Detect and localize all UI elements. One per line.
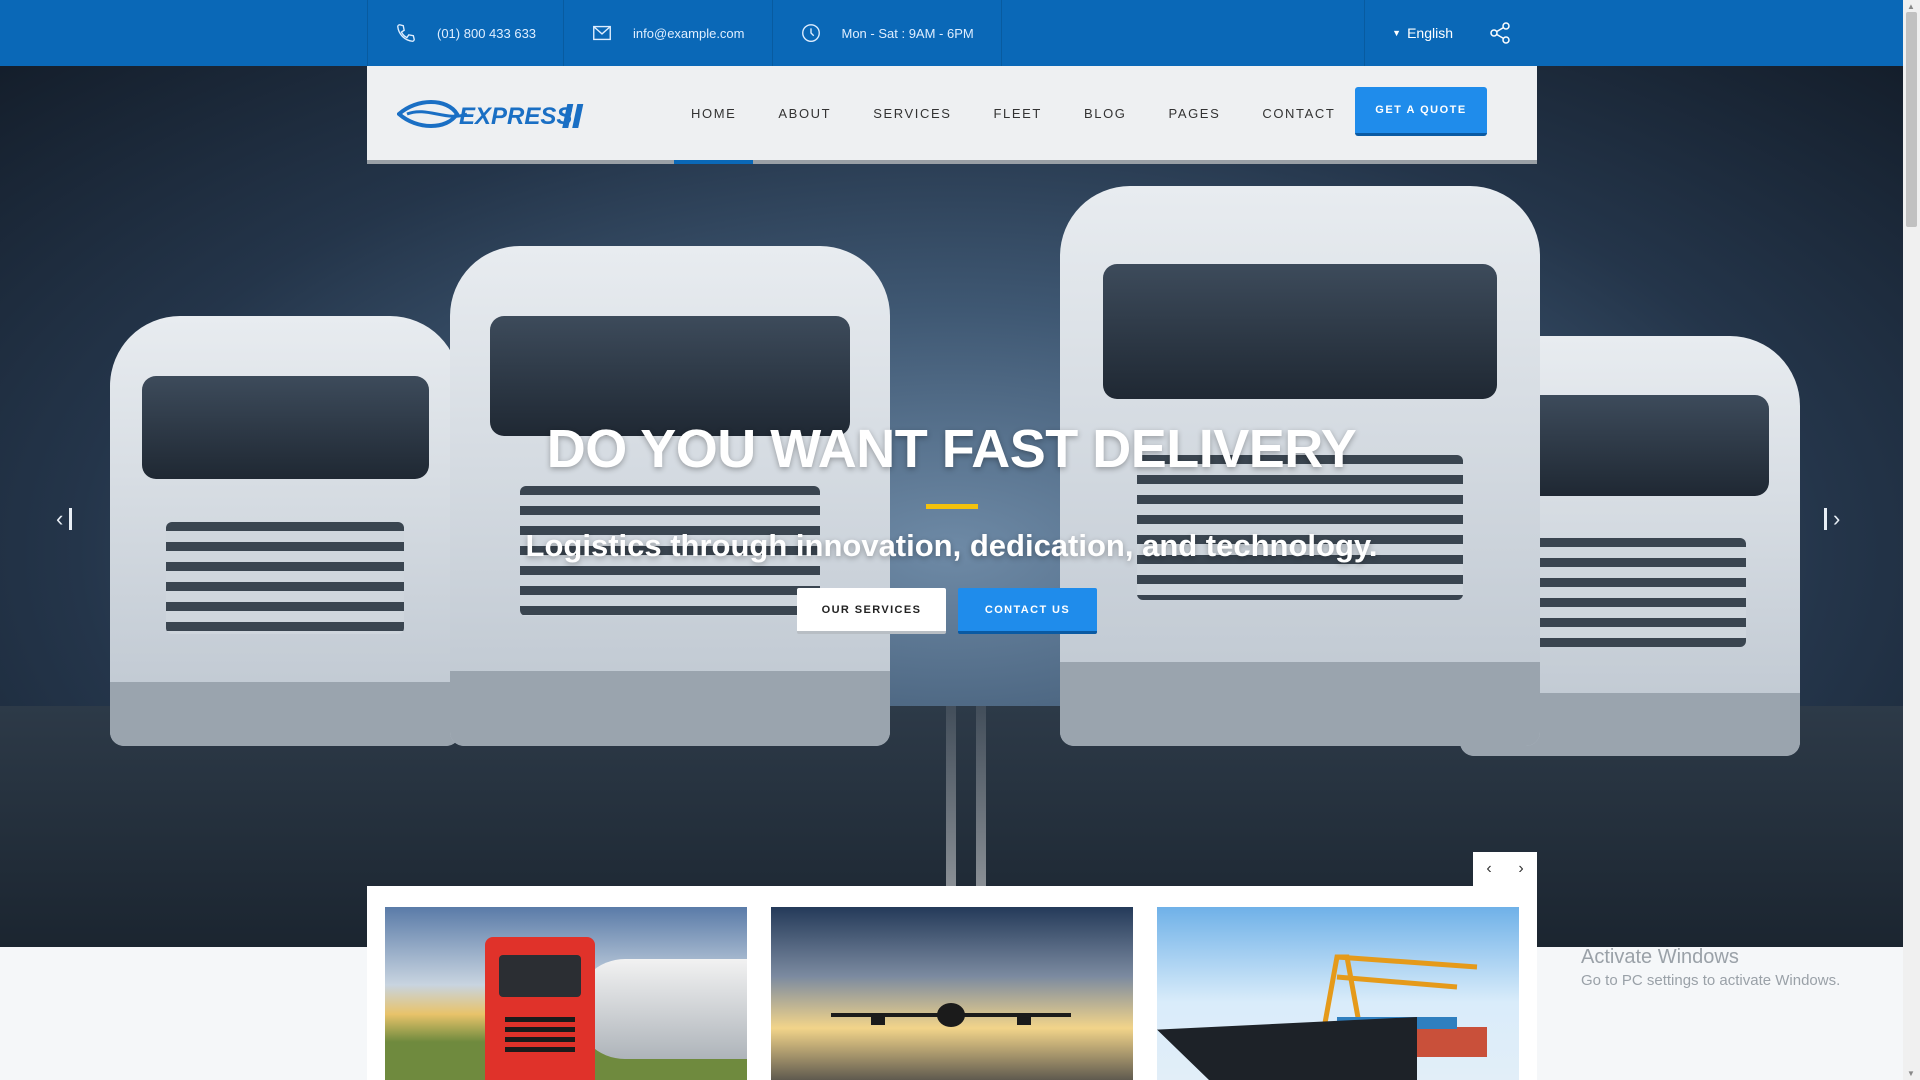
language-selector[interactable]: ▼ English	[1364, 0, 1488, 66]
nav-services[interactable]: SERVICES	[852, 66, 972, 160]
phone-number: (01) 800 433 633	[437, 25, 537, 41]
business-hours: Mon - Sat : 9AM - 6PM	[841, 25, 974, 41]
our-services-button[interactable]: OUR SERVICES	[797, 588, 946, 634]
activate-windows-title: Activate Windows	[1581, 946, 1739, 968]
svg-text:EXPRESS: EXPRESS	[459, 103, 572, 130]
main-navbar: EXPRESS HOME ABOUT SERVICES FLEET BLOG P…	[367, 66, 1537, 164]
phone-info[interactable]: (01) 800 433 633	[367, 0, 565, 66]
language-label: English	[1407, 25, 1453, 41]
email-info[interactable]: info@example.com	[564, 0, 773, 66]
share-button[interactable]	[1488, 0, 1537, 66]
hero-divider	[926, 504, 978, 509]
chevron-right-icon[interactable]: ›	[1505, 852, 1537, 886]
cards-slider-nav: ‹ ›	[1473, 852, 1537, 886]
hero-title: DO YOU WANT FAST DELIVERY	[546, 419, 1357, 479]
slider-prev-arrow[interactable]: ‹	[56, 506, 73, 532]
nav-pages[interactable]: PAGES	[1148, 66, 1242, 160]
top-info-bar: (01) 800 433 633 info@example.com Mon - …	[0, 0, 1903, 66]
activate-windows-subtitle: Go to PC settings to activate Windows.	[1581, 972, 1841, 989]
slider-next-arrow[interactable]: ›	[1824, 506, 1840, 532]
express-logo[interactable]: EXPRESS	[397, 96, 587, 132]
scrollbar-thumb[interactable]	[1906, 12, 1917, 227]
nav-about[interactable]: ABOUT	[757, 66, 852, 160]
caret-down-icon: ▼	[1392, 28, 1402, 38]
chevron-left-icon[interactable]: ‹	[1473, 852, 1505, 886]
scroll-down-icon[interactable]: ▼	[1907, 1069, 1915, 1078]
mail-icon	[593, 25, 611, 41]
main-menu: HOME ABOUT SERVICES FLEET BLOG PAGES CON…	[670, 66, 1356, 164]
truck-image	[450, 246, 890, 746]
phone-icon	[397, 24, 415, 42]
nav-home[interactable]: HOME	[670, 66, 757, 164]
get-a-quote-button[interactable]: GET A QUOTE	[1355, 87, 1487, 136]
road-transport-card-image[interactable]	[385, 907, 747, 1080]
top-info-bar-inner: (01) 800 433 633 info@example.com Mon - …	[367, 0, 1537, 66]
clock-icon	[801, 24, 820, 42]
air-freight-card-image[interactable]	[771, 907, 1133, 1080]
airplane-icon	[831, 1003, 1071, 1027]
nav-fleet[interactable]: FLEET	[973, 66, 1063, 160]
nav-blog[interactable]: BLOG	[1063, 66, 1148, 160]
chevron-left-icon: ‹	[56, 506, 64, 531]
contact-us-button[interactable]: CONTACT US	[958, 588, 1097, 634]
scroll-up-icon[interactable]: ▲	[1907, 2, 1915, 11]
share-icon	[1490, 22, 1510, 44]
page-scrollbar[interactable]: ▲ ▼	[1903, 0, 1920, 1080]
hero-subtitle: Logistics through innovation, dedication…	[525, 528, 1378, 563]
nav-contact[interactable]: CONTACT	[1241, 66, 1356, 160]
email-address: info@example.com	[633, 25, 745, 41]
hours-info: Mon - Sat : 9AM - 6PM	[773, 0, 1002, 66]
chevron-right-icon: ›	[1833, 506, 1841, 531]
sea-freight-card-image[interactable]	[1157, 907, 1519, 1080]
